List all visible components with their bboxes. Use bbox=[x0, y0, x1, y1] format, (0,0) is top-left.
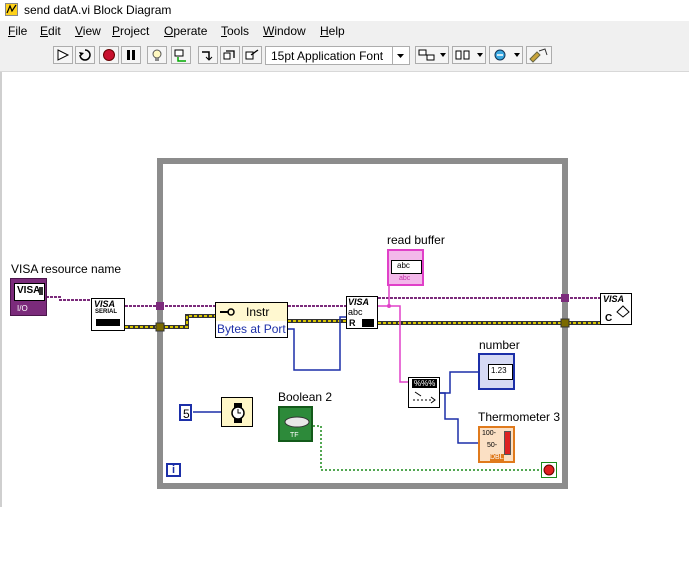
number-value: 1.23 bbox=[491, 366, 507, 375]
visa-close-node[interactable]: VISA C bbox=[600, 293, 632, 325]
read-node-r-text: R bbox=[349, 318, 356, 328]
led-toggle-icon bbox=[284, 416, 310, 428]
wait-ms-node[interactable] bbox=[221, 397, 253, 427]
serial-node-serial-text: SERIAL bbox=[95, 309, 118, 315]
wristwatch-icon bbox=[231, 403, 245, 423]
iteration-terminal[interactable]: i bbox=[166, 463, 181, 477]
wait-constant[interactable]: 5 bbox=[179, 404, 192, 421]
scan-from-string-node[interactable]: %%% bbox=[408, 377, 440, 408]
label-number: number bbox=[479, 338, 520, 352]
visa-resource-text: VISA bbox=[17, 285, 41, 296]
string-junction bbox=[387, 304, 391, 308]
loop-condition-terminal[interactable] bbox=[541, 462, 557, 478]
tunnel-error-out bbox=[560, 318, 570, 328]
read-node-abc-text: abc bbox=[348, 307, 363, 317]
label-thermometer: Thermometer 3 bbox=[478, 410, 561, 424]
visa-wire-a bbox=[46, 296, 91, 301]
read-node-visa-text: VISA bbox=[348, 297, 370, 307]
thermo-column bbox=[504, 431, 511, 455]
label-visa-resource-name: VISA resource name bbox=[11, 262, 122, 276]
close-node-visa-text: VISA bbox=[603, 294, 625, 304]
stop-sign-icon bbox=[543, 464, 555, 476]
tunnel-error-in bbox=[155, 322, 165, 332]
tunnel-visa-out bbox=[561, 294, 569, 302]
wait-constant-value: 5 bbox=[183, 407, 190, 421]
serial-connector-icon bbox=[96, 319, 120, 326]
close-hand-icon bbox=[616, 305, 630, 318]
thermo-100: 100- bbox=[482, 430, 497, 437]
bytes-count-wire bbox=[288, 316, 346, 371]
tunnel-visa-in bbox=[156, 302, 164, 310]
boolean-type: TF bbox=[290, 432, 299, 439]
thermo-50: 50- bbox=[487, 442, 498, 449]
read-buffer-value: abc bbox=[397, 261, 410, 270]
read-node-connector-icon bbox=[362, 319, 374, 327]
scan-format-text: %%% bbox=[412, 379, 438, 388]
number-indicator[interactable]: 1.23 bbox=[478, 353, 515, 390]
label-read-buffer: read buffer bbox=[387, 233, 445, 247]
property-class: Instr bbox=[246, 305, 270, 319]
thermometer-indicator[interactable]: 100- 50- DBL bbox=[478, 426, 515, 463]
property-node[interactable]: Instr Bytes at Port bbox=[215, 302, 288, 338]
boolean-control[interactable]: TF bbox=[278, 406, 313, 442]
read-buffer-indicator[interactable]: abc abc bbox=[387, 249, 424, 286]
visa-configure-serial-node[interactable]: VISA SERIAL bbox=[91, 298, 125, 331]
visa-resource-name-terminal[interactable]: VISA I/O bbox=[10, 278, 47, 316]
label-boolean: Boolean 2 bbox=[278, 390, 333, 404]
visa-read-node[interactable]: VISA abc R bbox=[346, 296, 378, 329]
diagram-wiring bbox=[46, 158, 600, 489]
visa-resource-type: I/O bbox=[17, 304, 28, 313]
number-wire bbox=[440, 371, 478, 394]
property-bytes-at-port[interactable]: Bytes at Port bbox=[217, 322, 286, 336]
wrench-icon bbox=[220, 308, 235, 316]
scan-arrows-icon bbox=[413, 391, 436, 404]
string-wire-b bbox=[378, 305, 408, 383]
serial-node-visa-text: VISA bbox=[94, 299, 116, 309]
thermo-type: DBL bbox=[490, 454, 504, 461]
close-node-c-text: C bbox=[605, 313, 613, 324]
iteration-value: i bbox=[172, 464, 176, 476]
thermo-wire bbox=[440, 392, 478, 444]
error-wire-a bbox=[125, 314, 215, 329]
read-buffer-type: abc bbox=[399, 275, 411, 282]
